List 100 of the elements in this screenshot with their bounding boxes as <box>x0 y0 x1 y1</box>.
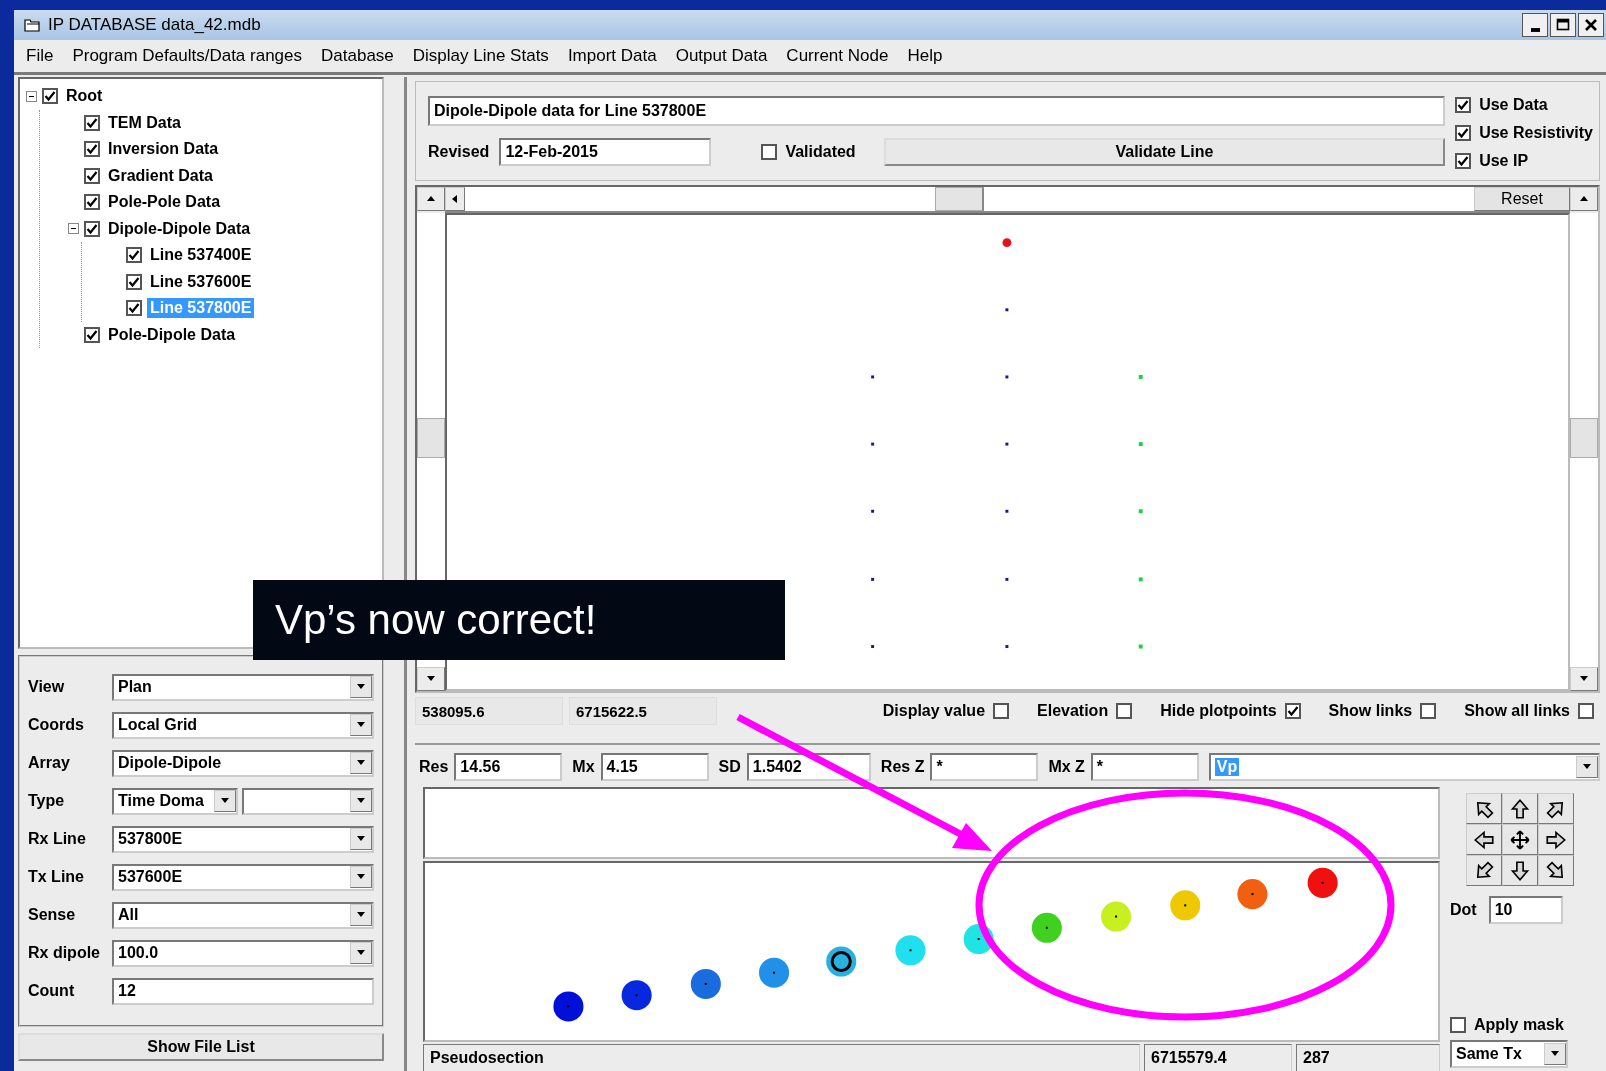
checkbox[interactable] <box>84 326 100 343</box>
count-readout: 287 <box>1296 1043 1440 1071</box>
scroll-button[interactable] <box>445 187 465 211</box>
pan-button[interactable] <box>1502 793 1538 824</box>
dropdown[interactable]: Same Tx <box>1450 1039 1568 1068</box>
checkbox[interactable] <box>1455 153 1472 169</box>
diagonal-arrow-icon <box>1474 860 1494 881</box>
pan-button[interactable] <box>1502 855 1538 886</box>
field-label: Dot <box>1450 901 1477 919</box>
dropdown[interactable]: 100.0 <box>112 939 374 967</box>
scroll-button[interactable] <box>417 187 445 211</box>
easting-field: 538095.6 <box>415 697 563 725</box>
checkbox[interactable] <box>1284 703 1301 719</box>
validate-line-button[interactable]: Validate Line <box>883 138 1446 166</box>
minimize-button[interactable] <box>1522 13 1548 37</box>
scroll-button[interactable] <box>1570 187 1598 211</box>
tree-item[interactable]: Line 537400E <box>147 245 255 266</box>
pan-button[interactable] <box>1466 793 1502 824</box>
scroll-thumb[interactable] <box>417 418 445 458</box>
tree-item[interactable]: Inversion Data <box>105 139 222 160</box>
northing-field: 6715622.5 <box>569 697 717 725</box>
input-field[interactable]: * <box>930 753 1039 781</box>
tree-item[interactable]: Pole-Dipole Data <box>105 324 239 345</box>
up-triangle-icon <box>426 194 436 204</box>
tree-item[interactable]: Root <box>63 86 106 107</box>
checkbox[interactable] <box>84 114 100 131</box>
close-button[interactable] <box>1578 13 1604 37</box>
dropdown[interactable]: Dipole-Dipole <box>112 749 374 777</box>
menu-item[interactable]: Output Data <box>675 46 768 66</box>
input-field[interactable]: * <box>1090 753 1199 781</box>
pan-button[interactable] <box>1538 793 1574 824</box>
close-icon <box>1583 17 1599 33</box>
dropdown[interactable] <box>242 787 374 815</box>
checkbox-label: Show all links <box>1464 702 1570 720</box>
dropdown[interactable]: Plan <box>112 673 374 701</box>
dropdown[interactable]: 537800E <box>112 825 374 853</box>
menu-item[interactable]: Program Defaults/Data ranges <box>72 46 302 66</box>
tree-item[interactable]: TEM Data <box>105 112 184 133</box>
stat-label: Mx <box>572 758 595 776</box>
checkbox[interactable] <box>126 273 142 290</box>
menu-item[interactable]: File <box>26 46 54 66</box>
maximize-button[interactable] <box>1550 13 1576 37</box>
pan-button[interactable] <box>1502 824 1538 855</box>
menu-item[interactable]: Help <box>907 46 943 66</box>
line-title-field[interactable]: Dipole-Dipole data for Line 537800E <box>428 96 1446 126</box>
checkbox-label: Hide plotpoints <box>1160 702 1277 720</box>
checkbox[interactable] <box>84 220 100 237</box>
down-arrow-icon <box>1510 860 1530 881</box>
checkbox[interactable] <box>993 703 1010 719</box>
revised-label: Revised <box>428 143 490 161</box>
input-field[interactable]: 10 <box>1488 896 1563 924</box>
diagonal-arrow-icon <box>1546 860 1566 881</box>
dropdown[interactable]: 537600E <box>112 863 374 891</box>
dropdown[interactable]: Time Doma <box>112 787 238 815</box>
checkbox[interactable] <box>1420 703 1437 719</box>
checkbox[interactable] <box>84 194 100 211</box>
checkbox[interactable] <box>84 141 100 158</box>
checkbox[interactable] <box>42 88 58 105</box>
scroll-thumb[interactable] <box>1570 418 1598 458</box>
menu-item[interactable]: Import Data <box>567 46 657 66</box>
input-field[interactable]: 12 <box>112 977 374 1005</box>
maximize-icon <box>1555 17 1571 33</box>
tree-item[interactable]: Gradient Data <box>105 165 216 186</box>
checkbox[interactable] <box>126 247 142 264</box>
checkbox[interactable] <box>84 167 100 184</box>
field-label: Tx Line <box>28 868 85 886</box>
checkbox-label: Elevation <box>1037 702 1109 720</box>
checkbox[interactable] <box>1116 703 1133 719</box>
scroll-button[interactable] <box>1570 667 1598 691</box>
checkbox[interactable] <box>1578 703 1594 719</box>
menu-item[interactable]: Database <box>321 46 394 66</box>
pan-button[interactable] <box>1466 824 1502 855</box>
checkbox[interactable] <box>1455 125 1472 141</box>
pan-button[interactable] <box>1538 824 1574 855</box>
collapse-icon[interactable] <box>68 223 79 235</box>
tree-item[interactable]: Dipole-Dipole Data <box>105 218 254 239</box>
move-icon <box>1510 829 1530 850</box>
input-field[interactable]: 4.15 <box>600 753 709 781</box>
checkbox[interactable] <box>1455 97 1472 113</box>
tree-item[interactable]: Pole-Pole Data <box>105 192 224 213</box>
checkbox[interactable] <box>1450 1016 1466 1033</box>
input-field[interactable]: 14.56 <box>454 753 563 781</box>
pan-button[interactable] <box>1538 855 1574 886</box>
reset-button[interactable]: Reset <box>1474 187 1570 211</box>
checkbox[interactable] <box>126 300 142 317</box>
dropdown[interactable]: All <box>112 901 374 929</box>
dropdown[interactable]: Local Grid <box>112 711 374 739</box>
menu-item[interactable]: Current Node <box>786 46 889 66</box>
tree-item[interactable]: Line 537600E <box>147 271 255 292</box>
scroll-thumb[interactable] <box>935 187 984 211</box>
status-text: Pseudosection <box>423 1043 1140 1071</box>
collapse-icon[interactable] <box>26 90 37 102</box>
scroll-button[interactable] <box>417 667 445 691</box>
menu-item[interactable]: Display Line Stats <box>412 46 549 66</box>
checkbox[interactable] <box>761 144 778 160</box>
show-file-list-button[interactable]: Show File List <box>18 1033 384 1061</box>
checkbox-label: Validated <box>785 143 856 161</box>
field-label: Count <box>28 982 76 1000</box>
date-field[interactable]: 12-Feb-2015 <box>499 138 712 166</box>
pan-button[interactable] <box>1466 855 1502 886</box>
